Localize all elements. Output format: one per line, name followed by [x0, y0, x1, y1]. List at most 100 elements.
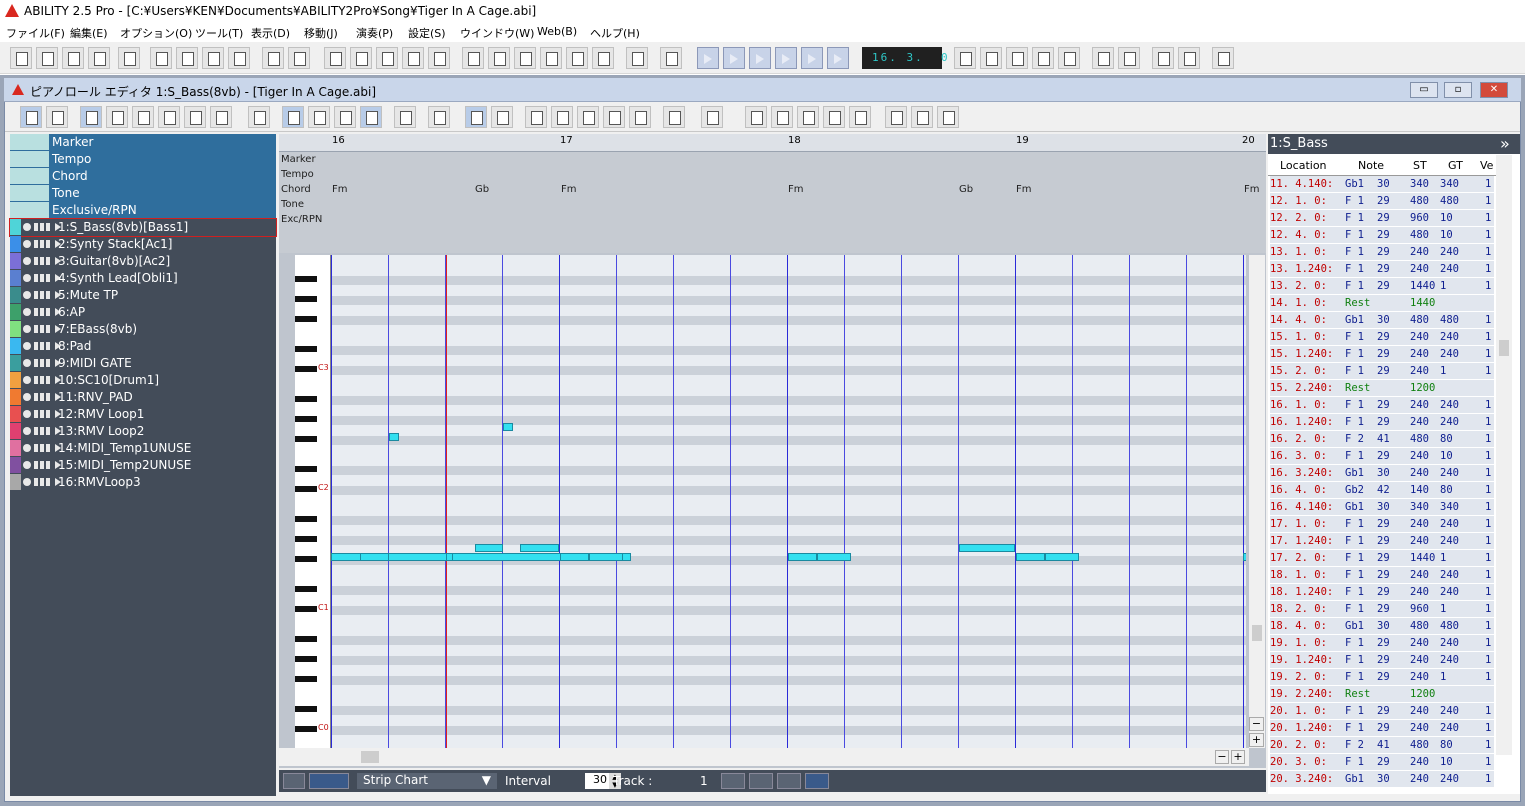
eighth-note-icon[interactable]: [106, 106, 128, 128]
thirty-second-note-icon[interactable]: [158, 106, 180, 128]
event-row[interactable]: 15. 1. 0: F 1 29 240 240 1: [1270, 329, 1494, 346]
scroll-thumb[interactable]: [1499, 340, 1509, 356]
black-key[interactable]: [295, 706, 317, 712]
track-controls-icon[interactable]: [23, 342, 61, 351]
staff-edit-icon[interactable]: [1118, 47, 1140, 69]
panel-icon[interactable]: [1058, 47, 1080, 69]
chord-symbol[interactable]: Fm: [561, 184, 577, 195]
score-icon[interactable]: [350, 47, 372, 69]
velocity-icon[interactable]: [603, 106, 625, 128]
black-key[interactable]: [295, 656, 317, 662]
black-key[interactable]: [295, 556, 317, 562]
black-key[interactable]: [295, 416, 317, 422]
meta-track-tone[interactable]: Tone: [10, 185, 276, 202]
stop-icon[interactable]: [775, 47, 797, 69]
list-view-icon[interactable]: [308, 106, 330, 128]
event-row[interactable]: 20. 2. 0: F 2 41 480 80 1: [1270, 737, 1494, 754]
event-row[interactable]: 18. 4. 0: Gb1 30 480 480 1: [1270, 618, 1494, 635]
grid-quantize-icon[interactable]: [46, 106, 68, 128]
list-editor-icon[interactable]: [402, 47, 424, 69]
event-row[interactable]: 19. 2. 0: F 1 29 240 1 1: [1270, 669, 1494, 686]
ramp-icon[interactable]: [721, 773, 745, 789]
black-key[interactable]: [295, 296, 317, 302]
split-icon[interactable]: [551, 106, 573, 128]
sixty-fourth-note-icon[interactable]: [184, 106, 206, 128]
metronome-icon[interactable]: [1006, 47, 1028, 69]
menu-file[interactable]: ファイル(F): [6, 25, 65, 41]
col-note[interactable]: Note: [1358, 159, 1384, 172]
event-row[interactable]: 20. 1.240: F 1 29 240 240 1: [1270, 720, 1494, 737]
event-row[interactable]: 16. 4. 0: Gb2 42 140 80 1: [1270, 482, 1494, 499]
menu-tool[interactable]: ツール(T): [195, 25, 243, 41]
black-key[interactable]: [295, 606, 317, 612]
menu-edit[interactable]: 編集(E): [70, 25, 108, 41]
track-row[interactable]: 12:RMV Loop1: [10, 406, 276, 423]
event-list-scrollbar[interactable]: [1496, 155, 1512, 755]
playhead-cursor[interactable]: [446, 255, 447, 748]
midi-note[interactable]: [1243, 553, 1246, 561]
zoom-in-vertical-button[interactable]: +: [1249, 733, 1264, 747]
black-key[interactable]: [295, 396, 317, 402]
snap-grid-icon[interactable]: [20, 106, 42, 128]
track-controls-icon[interactable]: [23, 308, 61, 317]
tempo-note-icon[interactable]: [592, 47, 614, 69]
event-row[interactable]: 16. 3. 0: F 1 29 240 10 1: [1270, 448, 1494, 465]
midi-note[interactable]: [1016, 553, 1045, 561]
quarter-note-icon[interactable]: [80, 106, 102, 128]
track-controls-icon[interactable]: [23, 274, 61, 283]
meta-event-area[interactable]: Marker Tempo Chord Tone Exc/RPN Fm Gb Fm…: [279, 152, 1266, 253]
event-row[interactable]: 13. 2. 0: F 1 29 1440 1 1: [1270, 278, 1494, 295]
paste-icon[interactable]: [797, 106, 819, 128]
piano-keyboard[interactable]: C3 C2 C1 C0: [295, 255, 331, 748]
event-row[interactable]: 16. 1. 0: F 1 29 240 240 1: [1270, 397, 1494, 414]
black-key[interactable]: [295, 586, 317, 592]
black-key[interactable]: [295, 516, 317, 522]
open-folder-icon[interactable]: [36, 47, 58, 69]
song-editor-icon[interactable]: [262, 47, 284, 69]
event-row[interactable]: 15. 1.240: F 1 29 240 240 1: [1270, 346, 1494, 363]
zoom-out-vertical-button[interactable]: −: [1249, 717, 1264, 731]
track-controls-icon[interactable]: [23, 478, 61, 487]
black-key[interactable]: [295, 366, 317, 372]
black-key[interactable]: [295, 636, 317, 642]
guitar-icon[interactable]: [514, 47, 536, 69]
event-row[interactable]: 14. 1. 0: Rest 1440: [1270, 295, 1494, 312]
event-row[interactable]: 20. 1. 0: F 1 29 240 240 1: [1270, 703, 1494, 720]
track-controls-icon[interactable]: [23, 461, 61, 470]
black-key[interactable]: [295, 276, 317, 282]
minimize-button[interactable]: ▭: [1410, 82, 1438, 98]
black-key[interactable]: [295, 436, 317, 442]
track-controls-icon[interactable]: [23, 223, 61, 232]
select-pointer-icon[interactable]: [283, 773, 305, 789]
note-arrow-icon[interactable]: [1178, 47, 1200, 69]
staff-icon[interactable]: [1092, 47, 1114, 69]
track-row[interactable]: 4:Synth Lead[Obli1]: [10, 270, 276, 287]
track-controls-icon[interactable]: [23, 359, 61, 368]
open-song-icon[interactable]: [176, 47, 198, 69]
menu-play[interactable]: 演奏(P): [356, 25, 393, 41]
new-song-icon[interactable]: [150, 47, 172, 69]
piano-tool-icon[interactable]: [629, 106, 651, 128]
event-row[interactable]: 12. 1. 0: F 1 29 480 480 1: [1270, 193, 1494, 210]
fast-forward-icon[interactable]: [827, 47, 849, 69]
track-row[interactable]: 16:RMVLoop3: [10, 474, 276, 491]
velocity-edit-icon[interactable]: [911, 106, 933, 128]
redo-icon[interactable]: [701, 106, 723, 128]
black-key[interactable]: [295, 346, 317, 352]
vertical-scrollbar[interactable]: − +: [1249, 255, 1265, 748]
ab-icon[interactable]: [1212, 47, 1234, 69]
track-row[interactable]: 10:SC10[Drum1]: [10, 372, 276, 389]
event-row[interactable]: 16. 2. 0: F 2 41 480 80 1: [1270, 431, 1494, 448]
event-row[interactable]: 17. 1. 0: F 1 29 240 240 1: [1270, 516, 1494, 533]
track-row[interactable]: 6:AP: [10, 304, 276, 321]
bars-icon[interactable]: [749, 773, 773, 789]
meta-track-chord[interactable]: Chord: [10, 168, 276, 185]
event-row[interactable]: 17. 1.240: F 1 29 240 240 1: [1270, 533, 1494, 550]
track-row[interactable]: 11:RNV_PAD: [10, 389, 276, 406]
track-controls-icon[interactable]: [23, 427, 61, 436]
scroll-thumb[interactable]: [1252, 625, 1262, 641]
track-controls-icon[interactable]: [23, 325, 61, 334]
event-row[interactable]: 18. 1. 0: F 1 29 240 240 1: [1270, 567, 1494, 584]
position-counter[interactable]: 16. 3. 0: [862, 47, 948, 69]
drum-icon[interactable]: [566, 47, 588, 69]
